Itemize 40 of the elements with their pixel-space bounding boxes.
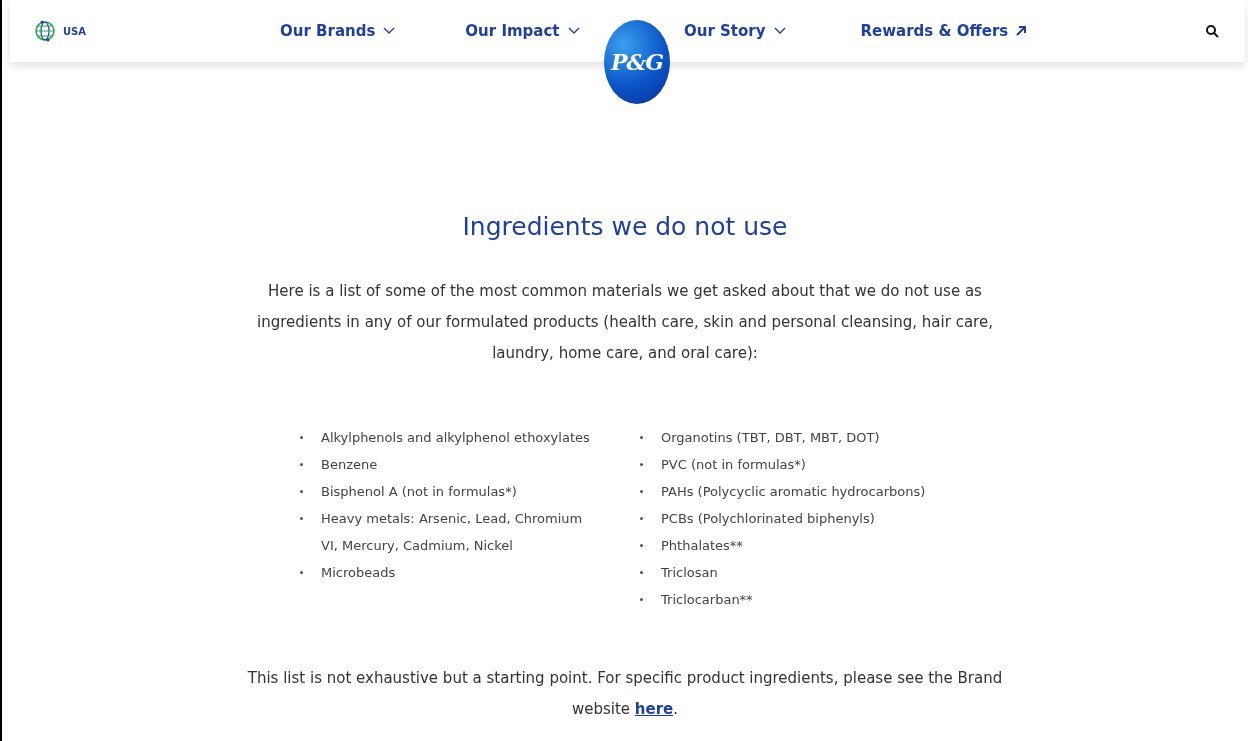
- page-title: Ingredients we do not use: [462, 211, 788, 243]
- here-link[interactable]: here: [634, 699, 674, 718]
- bullet-icon: [640, 570, 643, 574]
- list-item-text: Triclocarban**: [661, 590, 753, 609]
- list-item-text: Bisphenol A (not in formulas*): [321, 482, 517, 501]
- list-item-text: PVC (not in formulas*): [661, 455, 806, 474]
- list-item-text: Phthalates**: [661, 536, 743, 555]
- nav-link[interactable]: Our Impact: [465, 19, 580, 43]
- list-item-text: PAHs (Polycyclic aromatic hydrocarbons): [661, 482, 926, 501]
- globe-icon[interactable]: [35, 19, 55, 43]
- bullet-icon: [640, 516, 643, 520]
- bullet-icon: [640, 489, 643, 493]
- bullet-icon: [640, 462, 643, 466]
- bullet-icon: [300, 435, 303, 439]
- footer-note: This list is not exhaustive but a starting point. For specific product ingredients, please see the Brand website here.: [246, 667, 1004, 720]
- list-item-text: PCBs (Polychlorinated biphenyls): [661, 509, 875, 528]
- search-icon[interactable]: [1206, 24, 1219, 38]
- bullet-icon: [640, 597, 643, 601]
- region-label[interactable]: USA: [63, 23, 87, 39]
- list-item-text: Microbeads: [321, 563, 396, 582]
- bullet-icon: [300, 489, 303, 493]
- list-item-text: Benzene: [321, 455, 378, 474]
- chevron-down-icon: [773, 27, 786, 35]
- chevron-down-icon: [383, 27, 396, 35]
- logo[interactable]: P&G: [604, 20, 670, 104]
- list-item-text: Triclosan: [661, 563, 718, 582]
- list-item-text: Organotins (TBT, DBT, MBT, DOT): [661, 428, 880, 447]
- bullet-icon: [640, 435, 643, 439]
- intro-paragraph: Here is a list of some of the most common materials we get asked about that we do not use as ingredients in any of our formulated products (health care, skin and personal cleansing, hair care, laundry, home care, and oral care):: [256, 280, 994, 364]
- arrow-up-right-icon: [1016, 26, 1027, 36]
- bullet-icon: [300, 570, 303, 574]
- nav-link[interactable]: Rewards & Offers: [860, 19, 1027, 43]
- list-item-text: Heavy metals: Arsenic, Lead, Chromium VI, Mercury, Cadmium, Nickel: [321, 509, 584, 555]
- bullet-icon: [300, 516, 303, 520]
- list-item-text: Alkylphenols and alkylphenol ethoxylates: [321, 428, 590, 447]
- bullet-icon: [640, 543, 643, 547]
- chevron-down-icon: [567, 27, 580, 35]
- nav-link[interactable]: Our Brands: [280, 19, 396, 43]
- bullet-icon: [300, 462, 303, 466]
- nav-link[interactable]: Our Story: [684, 19, 786, 43]
